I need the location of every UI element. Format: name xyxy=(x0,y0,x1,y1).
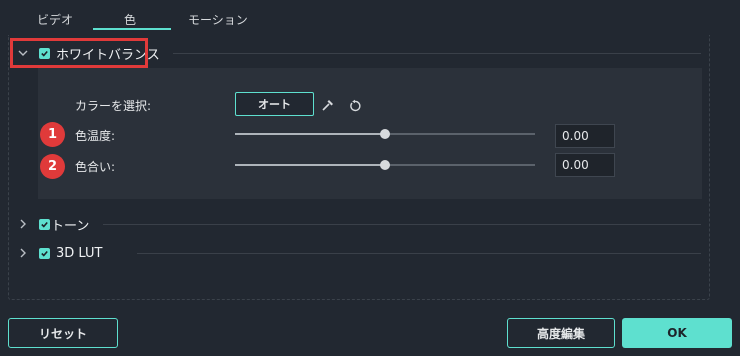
tab-color[interactable]: 色 xyxy=(124,11,136,28)
tab-motion[interactable]: モーション xyxy=(188,11,248,28)
advanced-edit-button[interactable]: 高度編集 xyxy=(507,318,615,348)
reset-icon[interactable] xyxy=(348,98,362,112)
tone-checkbox[interactable] xyxy=(39,218,50,230)
tone-label: トーン xyxy=(51,218,90,234)
lut-header[interactable]: 3D LUT xyxy=(17,240,102,266)
reset-button[interactable]: リセット xyxy=(8,318,118,348)
tint-slider-fill xyxy=(235,164,385,166)
lut-checkbox[interactable] xyxy=(39,247,50,259)
tint-label: 色合い: xyxy=(75,160,116,174)
active-tab-indicator xyxy=(93,28,171,30)
tab-bar: ビデオ 色 モーション xyxy=(0,0,740,30)
temperature-slider-thumb[interactable] xyxy=(380,129,390,139)
temperature-label: 色温度: xyxy=(75,129,116,143)
highlight-box xyxy=(10,38,148,68)
chevron-right-icon[interactable] xyxy=(17,247,29,259)
temperature-slider-fill xyxy=(235,133,385,135)
step-badge-1: 1 xyxy=(40,122,65,147)
section-divider xyxy=(103,224,701,225)
temperature-input[interactable]: 0.00 xyxy=(555,124,615,148)
section-divider xyxy=(137,253,701,254)
tint-slider-thumb[interactable] xyxy=(380,160,390,170)
tab-video[interactable]: ビデオ xyxy=(37,11,73,28)
tint-input[interactable]: 0.00 xyxy=(555,153,615,177)
tint-slider[interactable] xyxy=(235,160,535,170)
auto-button[interactable]: オート xyxy=(235,92,314,116)
step-badge-2: 2 xyxy=(40,154,65,179)
lut-label: 3D LUT xyxy=(56,245,103,261)
chevron-right-icon[interactable] xyxy=(17,218,29,230)
ok-button[interactable]: OK xyxy=(622,318,732,348)
temperature-slider[interactable] xyxy=(235,129,535,139)
section-divider xyxy=(173,53,701,54)
tone-header[interactable]: トーン xyxy=(17,211,89,237)
color-select-label: カラーを選択: xyxy=(75,99,152,113)
eyedropper-icon[interactable] xyxy=(321,97,335,111)
